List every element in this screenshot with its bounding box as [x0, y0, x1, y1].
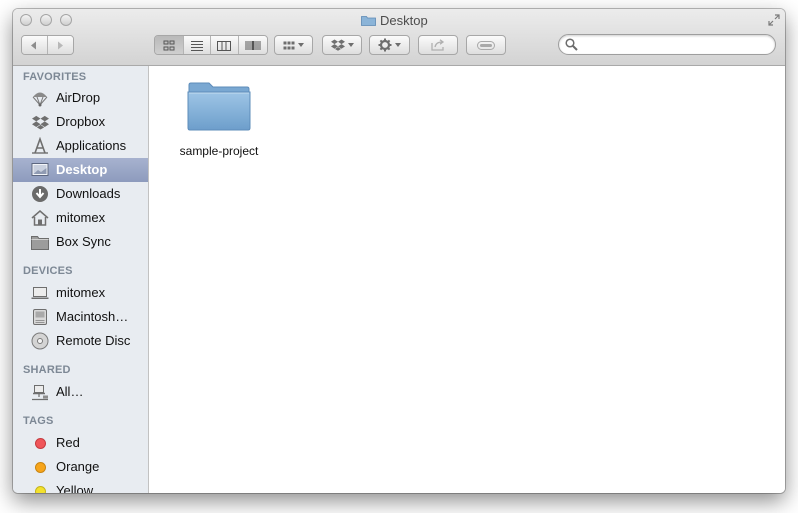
tags-button[interactable]: [466, 35, 506, 55]
sidebar-item-label: Dropbox: [56, 114, 106, 129]
arrange-icon: [283, 41, 295, 49]
window-title: Desktop: [361, 13, 428, 28]
folder-icon: [187, 82, 251, 131]
column-view-icon: [217, 40, 232, 51]
sidebar-item-label: Orange: [56, 459, 100, 474]
sidebar-item-applications[interactable]: Applications: [13, 134, 148, 158]
cover-flow-icon: [245, 40, 261, 50]
tag-color-dot-icon: [31, 482, 49, 493]
sidebar-header-shared: SHARED: [23, 364, 71, 376]
downloads-icon: [31, 185, 49, 203]
forward-button[interactable]: [47, 36, 73, 54]
column-view-button[interactable]: [211, 36, 239, 54]
folder-item-label: sample-project: [179, 144, 259, 158]
folder-item[interactable]: sample-project: [171, 80, 267, 160]
sidebar-item-label: Downloads: [56, 186, 121, 201]
fullscreen-icon[interactable]: [768, 14, 780, 26]
back-forward-control: [21, 35, 74, 55]
back-icon: [31, 41, 37, 49]
chevron-down-icon: [298, 43, 304, 47]
sidebar-item-tag-red[interactable]: Red: [13, 431, 148, 455]
gear-icon: [378, 38, 392, 52]
sidebar-item-tag-yellow[interactable]: Yellow: [13, 479, 148, 493]
back-button[interactable]: [22, 36, 48, 54]
dropbox-icon: [31, 113, 49, 131]
list-view-icon: [190, 40, 203, 51]
folder-icon: [31, 233, 49, 251]
icon-view-button[interactable]: [155, 36, 184, 54]
tag-color-dot-icon: [31, 458, 49, 476]
title-bar: Desktop: [13, 9, 785, 66]
sidebar-item-label: Remote Disc: [56, 333, 131, 348]
network-icon: [31, 383, 49, 401]
folder-icon: [361, 16, 376, 26]
sidebar-item-label: Applications: [56, 138, 127, 153]
sidebar-item-label: Macintosh…: [56, 309, 129, 324]
file-browser-content: sample-project: [149, 66, 785, 493]
sidebar-item-label: All…: [56, 384, 84, 399]
airdrop-icon: [31, 89, 49, 107]
dropbox-icon: [330, 39, 345, 51]
zoom-button[interactable]: [60, 14, 72, 26]
tag-color-dot-icon: [31, 434, 49, 452]
tag-icon: [477, 40, 495, 50]
sidebar-item-label: mitomex: [56, 210, 106, 225]
laptop-icon: [31, 284, 49, 302]
sidebar-item-macintosh-hd[interactable]: Macintosh…: [13, 305, 148, 329]
action-button[interactable]: [369, 35, 410, 55]
window-title-text: Desktop: [380, 13, 428, 28]
sidebar-item-dropbox[interactable]: Dropbox: [13, 110, 148, 134]
sidebar-item-home[interactable]: mitomex: [13, 206, 148, 230]
sidebar-item-label: mitomex: [56, 285, 106, 300]
close-button[interactable]: [20, 14, 32, 26]
cover-flow-button[interactable]: [238, 36, 267, 54]
sidebar-item-desktop[interactable]: Desktop: [13, 158, 148, 182]
home-icon: [31, 209, 49, 227]
finder-window: Desktop FAVORITES AirDrop Dropbox Applic…: [13, 9, 785, 493]
search-icon: [565, 38, 578, 51]
sidebar-item-downloads[interactable]: Downloads: [13, 182, 148, 206]
hard-drive-icon: [31, 308, 49, 326]
sidebar-header-favorites: FAVORITES: [23, 71, 87, 83]
desktop-icon: [31, 161, 49, 179]
disc-icon: [31, 332, 49, 350]
sidebar-item-remote-disc[interactable]: Remote Disc: [13, 329, 148, 353]
sidebar-item-box-sync[interactable]: Box Sync: [13, 230, 148, 254]
sidebar-item-mitomex-device[interactable]: mitomex: [13, 281, 148, 305]
chevron-down-icon: [395, 43, 401, 47]
view-mode-control: [154, 35, 268, 55]
sidebar: FAVORITES AirDrop Dropbox Applications D…: [13, 66, 149, 493]
arrange-button[interactable]: [274, 35, 313, 55]
list-view-button[interactable]: [183, 36, 212, 54]
sidebar-item-label: AirDrop: [56, 90, 101, 105]
forward-icon: [58, 41, 64, 49]
minimize-button[interactable]: [40, 14, 52, 26]
sidebar-item-tag-orange[interactable]: Orange: [13, 455, 148, 479]
sidebar-header-devices: DEVICES: [23, 265, 73, 277]
share-icon: [431, 39, 445, 51]
share-button[interactable]: [418, 35, 458, 55]
search-input[interactable]: [581, 37, 767, 52]
chevron-down-icon: [347, 43, 354, 47]
sidebar-item-label: Desktop: [56, 162, 108, 177]
sidebar-header-tags: TAGS: [23, 415, 54, 427]
applications-icon: [31, 137, 49, 155]
sidebar-item-label: Red: [56, 435, 80, 450]
dropbox-button[interactable]: [322, 35, 362, 55]
icon-view-icon: [163, 40, 175, 50]
sidebar-item-label: Box Sync: [56, 234, 111, 249]
sidebar-item-shared-all[interactable]: All…: [13, 380, 148, 404]
sidebar-item-airdrop[interactable]: AirDrop: [13, 86, 148, 110]
sidebar-item-label: Yellow: [56, 483, 94, 493]
search-field[interactable]: [558, 34, 776, 55]
